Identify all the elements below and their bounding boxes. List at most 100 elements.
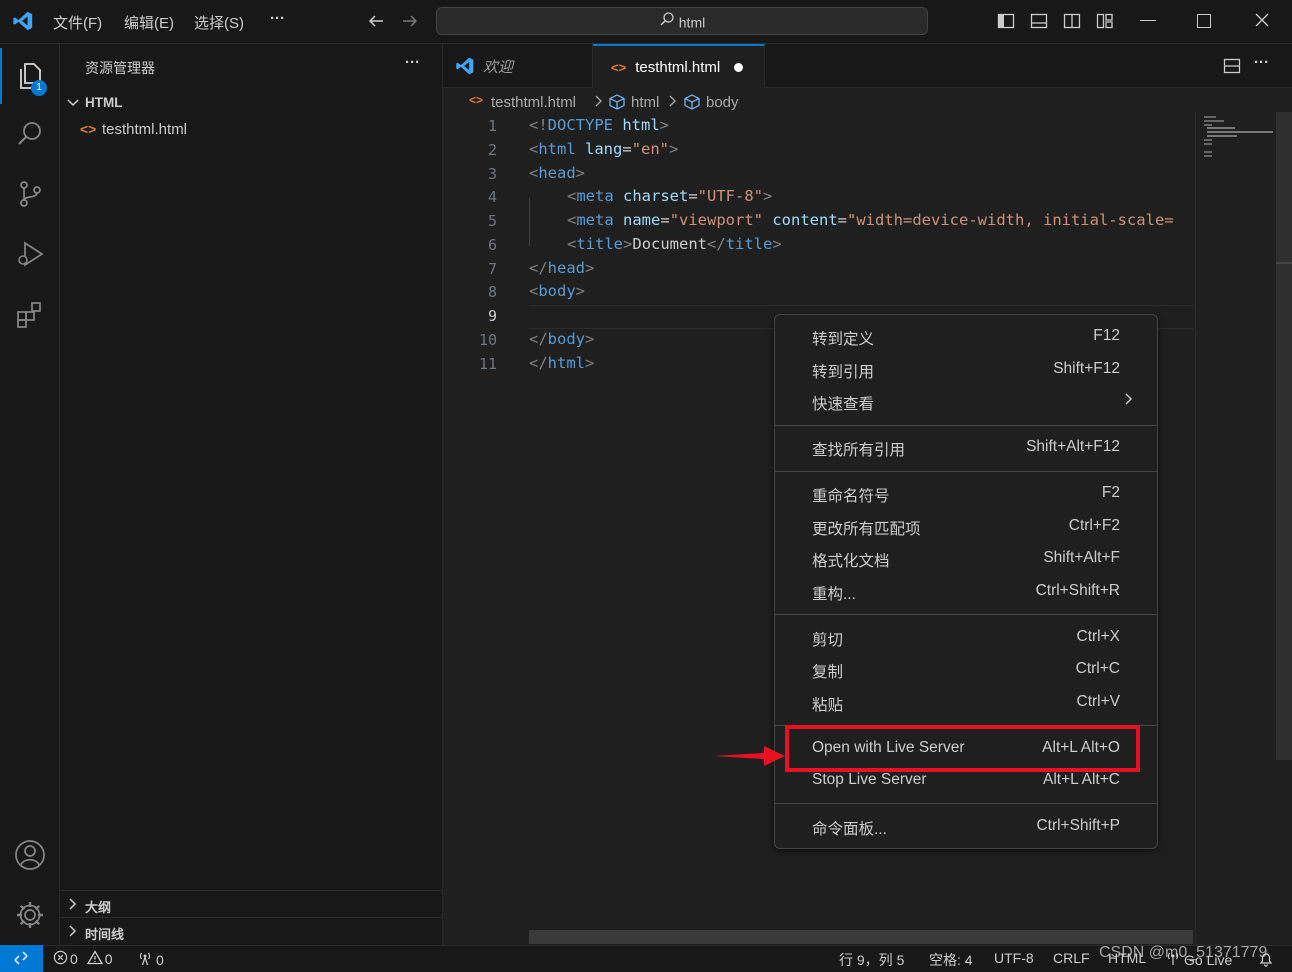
menu-edit[interactable]: 编辑(E) xyxy=(124,12,174,33)
menu-item-label: 命令面板... xyxy=(812,821,887,838)
indentation[interactable]: 空格: 4 xyxy=(929,950,973,970)
file-row[interactable]: <> testhtml.html xyxy=(60,117,442,141)
menu-item-label: 粘贴 xyxy=(812,697,844,714)
code-line: <meta charset="UTF-8"> xyxy=(567,187,772,205)
token: head xyxy=(538,164,576,182)
cursor-position[interactable]: 行 9，列 5 xyxy=(839,950,904,970)
token: < xyxy=(529,140,539,158)
token: < xyxy=(567,187,577,205)
menu-item-go-to-references[interactable]: 转到引用 Shift+F12 xyxy=(775,354,1157,386)
menu-more[interactable]: ··· xyxy=(270,10,285,27)
error-icon xyxy=(53,950,68,968)
line-number: 5 xyxy=(487,212,497,230)
error-count: 0 xyxy=(70,951,78,968)
breadcrumb-body[interactable]: body xyxy=(706,94,739,111)
explorer-badge: 1 xyxy=(31,80,47,96)
toggle-secondary-sidebar-icon[interactable] xyxy=(1063,12,1081,30)
menu-item-shortcut: Alt+L Alt+C xyxy=(1043,771,1120,788)
menu-item-format-document[interactable]: 格式化文档 Shift+Alt+F xyxy=(775,543,1157,575)
token: "UTF-8" xyxy=(697,187,763,205)
run-debug-icon[interactable] xyxy=(0,226,60,282)
token: html xyxy=(538,140,576,158)
split-editor-icon[interactable] xyxy=(1223,57,1241,80)
breadcrumb-html[interactable]: html xyxy=(631,94,659,111)
code-line: <body> xyxy=(529,282,585,300)
accounts-icon[interactable] xyxy=(0,827,60,883)
menu-item-label: 快速查看 xyxy=(812,396,875,413)
breadcrumb-file[interactable]: testhtml.html xyxy=(491,94,576,111)
token: </ xyxy=(707,235,726,253)
menu-item-copy[interactable]: 复制 Ctrl+C xyxy=(775,654,1157,686)
menu-item-command-palette[interactable]: 命令面板... Ctrl+Shift+P xyxy=(775,811,1157,843)
token: "en" xyxy=(631,140,670,158)
menu-item-peek[interactable]: 快速查看 xyxy=(775,386,1157,418)
token: > xyxy=(669,140,679,158)
search-sidebar-icon[interactable] xyxy=(0,106,60,162)
token: title xyxy=(576,235,624,253)
menu-select[interactable]: 选择(S) xyxy=(194,12,244,33)
menu-file[interactable]: 文件(F) xyxy=(53,12,102,33)
token: "width=device-width, initial-scale= xyxy=(847,211,1174,229)
menu-item-shortcut: Ctrl+V xyxy=(1076,693,1121,710)
html-file-icon: <> xyxy=(611,59,627,75)
manage-gear-icon[interactable] xyxy=(0,887,60,943)
vertical-scrollbar[interactable] xyxy=(1276,112,1292,945)
encoding[interactable]: UTF-8 xyxy=(994,950,1034,966)
menu-item-find-all-references[interactable]: 查找所有引用 Shift+Alt+F12 xyxy=(775,432,1157,464)
menu-item-refactor[interactable]: 重构... Ctrl+Shift+R xyxy=(775,576,1157,608)
editor-more-button[interactable]: ··· xyxy=(1254,54,1269,71)
ports-indicator[interactable]: 0 xyxy=(137,950,164,969)
customize-layout-icon[interactable] xyxy=(1096,12,1114,30)
menu-item-shortcut: Shift+Alt+F xyxy=(1043,549,1120,566)
menu-item-shortcut: Shift+Alt+F12 xyxy=(1026,438,1120,455)
horizontal-scrollbar-thumb[interactable] xyxy=(529,930,1193,944)
unsaved-dot-icon[interactable] xyxy=(734,62,744,72)
menu-item-label: Stop Live Server xyxy=(812,771,927,788)
token: meta xyxy=(576,187,614,205)
file-name: testhtml.html xyxy=(102,121,188,138)
maximize-icon[interactable] xyxy=(1197,14,1211,28)
indent-guide xyxy=(529,198,530,246)
sidebar-title: 资源管理器 xyxy=(85,60,155,76)
scrollbar-thumb[interactable] xyxy=(1276,112,1292,760)
title-bar: 文件(F) 编辑(E) 选择(S) ··· html xyxy=(0,0,1292,44)
tab-testhtml[interactable]: <> testhtml.html xyxy=(593,44,765,88)
code-line: </head> xyxy=(529,259,594,277)
menu-item-change-all-occurrences[interactable]: 更改所有匹配项 Ctrl+F2 xyxy=(775,511,1157,543)
forward-arrow-icon[interactable] xyxy=(401,12,419,35)
token: charset xyxy=(613,187,689,205)
menu-item-label: 格式化文档 xyxy=(812,553,890,570)
code-line: <title>Document</title> xyxy=(567,235,782,253)
sidebar-more-button[interactable]: ··· xyxy=(405,54,420,71)
menu-separator xyxy=(775,471,1157,472)
source-control-icon[interactable] xyxy=(0,166,60,222)
outline-section[interactable]: 大纲 xyxy=(60,890,442,918)
token: = xyxy=(660,211,670,229)
command-center-search[interactable]: html xyxy=(436,7,928,35)
eol[interactable]: CRLF xyxy=(1053,950,1090,966)
folder-row[interactable]: HTML xyxy=(60,91,442,115)
chevron-right-icon xyxy=(593,91,605,115)
explorer-icon[interactable]: 1 xyxy=(0,48,60,104)
close-icon[interactable] xyxy=(1254,12,1270,33)
back-arrow-icon[interactable] xyxy=(367,12,385,35)
remote-indicator[interactable] xyxy=(0,945,43,972)
tab-welcome[interactable]: 欢迎 xyxy=(443,44,593,88)
extensions-icon[interactable] xyxy=(0,286,60,342)
chevron-right-icon xyxy=(66,924,80,943)
menu-item-rename-symbol[interactable]: 重命名符号 F2 xyxy=(775,478,1157,510)
toggle-panel-icon[interactable] xyxy=(1030,12,1048,30)
minimize-icon[interactable] xyxy=(1140,20,1156,21)
menu-item-cut[interactable]: 剪切 Ctrl+X xyxy=(775,622,1157,654)
minimap[interactable] xyxy=(1195,112,1276,945)
menu-item-label: 转到引用 xyxy=(812,364,875,381)
problems-indicator[interactable]: 0 0 xyxy=(53,950,112,968)
menu-item-paste[interactable]: 粘贴 Ctrl+V xyxy=(775,687,1157,719)
token: > xyxy=(772,235,782,253)
command-center-text: html xyxy=(678,14,706,31)
activity-bar: 1 xyxy=(0,44,60,945)
timeline-section[interactable]: 时间线 xyxy=(60,917,442,945)
toggle-primary-sidebar-icon[interactable] xyxy=(997,12,1015,30)
code-line: </html> xyxy=(529,354,594,372)
menu-item-go-to-definition[interactable]: 转到定义 F12 xyxy=(775,321,1157,353)
